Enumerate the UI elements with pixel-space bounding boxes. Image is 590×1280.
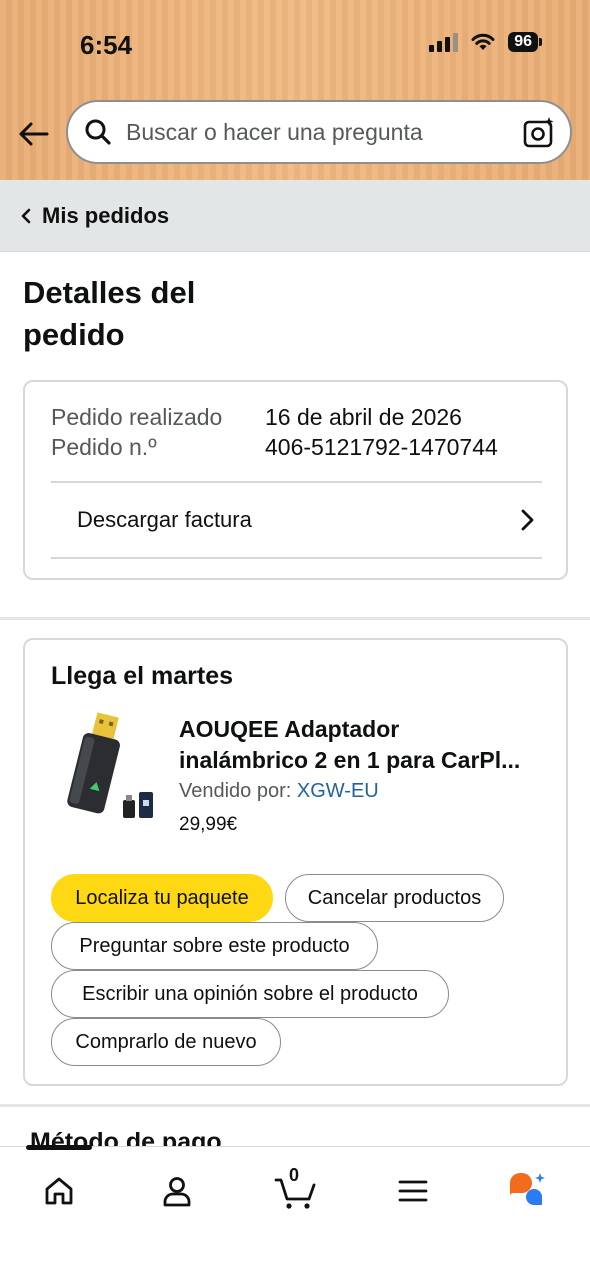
breadcrumb-label: Mis pedidos [42,202,170,228]
menu-icon [398,1180,428,1202]
write-review-button[interactable]: Escribir una opinión sobre el producto [51,970,449,1018]
battery-icon: 96 [508,32,542,52]
download-invoice-row[interactable]: Descargar factura [51,482,542,558]
product-price: 29,99€ [179,814,238,835]
seller-label: Vendido por: [179,780,292,802]
page-title: Detalles del pedido [23,275,196,352]
download-invoice-label: Descargar factura [77,507,252,532]
breadcrumb[interactable]: Mis pedidos [0,180,590,252]
nav-assistant[interactable] [506,1169,550,1213]
assistant-icon [510,1173,545,1205]
wifi-icon [471,33,495,50]
bottom-nav: 0 [0,1145,590,1280]
cart-count: 0 [289,1165,300,1185]
status-icons: 96 [429,32,542,52]
ask-product-question-button[interactable]: Preguntar sobre este producto [51,922,378,970]
shipment-card: Llega el martes AOUQEE Adaptador inalámb… [23,638,568,1086]
buy-again-button[interactable]: Comprarlo de nuevo [51,1018,281,1066]
cancel-items-button[interactable]: Cancelar productos [285,874,504,922]
section-separator [0,617,590,620]
camera-search-icon[interactable] [522,115,556,149]
seller-link[interactable]: XGW-EU [297,780,379,802]
search-input[interactable]: Buscar o hacer una pregunta [66,100,572,164]
top-header: 6:54 96 Buscar o hacer una pregunta [0,0,590,180]
product-title-line-2: inalámbrico 2 en 1 para CarPl... [179,747,521,773]
user-icon [163,1177,191,1207]
track-package-button[interactable]: Localiza tu paquete [51,874,273,922]
product-title[interactable]: AOUQEE Adaptador inalámbrico 2 en 1 para… [179,714,549,776]
product-image[interactable] [53,712,157,822]
back-arrow-icon[interactable] [16,116,52,152]
battery-level: 96 [508,32,538,52]
shipment-title: Llega el martes [51,662,234,690]
order-placed-date: 16 de abril de 2026 [265,404,462,430]
seller-info: Vendido por: XGW-EU [179,780,379,803]
status-time: 6:54 [80,30,133,60]
nav-menu[interactable] [391,1169,435,1213]
nav-cart[interactable]: 0 [272,1165,320,1213]
signal-icon [429,32,459,52]
nav-account[interactable] [155,1169,199,1213]
chevron-left-icon [21,208,31,223]
active-tab-indicator [26,1145,92,1150]
payment-method-heading: Método de pago [30,1128,222,1146]
order-number-label: Pedido n.º [51,434,157,460]
search-placeholder: Buscar o hacer una pregunta [126,118,423,145]
chevron-right-icon [521,509,534,531]
search-icon [85,119,111,145]
order-number-value: 406-5121792-1470744 [265,434,498,460]
product-title-line-1: AOUQEE Adaptador [179,716,400,742]
nav-home[interactable] [37,1169,81,1213]
home-icon [45,1177,73,1205]
section-separator [0,1104,590,1107]
order-placed-label: Pedido realizado [51,404,223,430]
order-info-card: Pedido realizado 16 de abril de 2026 Ped… [23,380,568,580]
divider [51,557,542,559]
